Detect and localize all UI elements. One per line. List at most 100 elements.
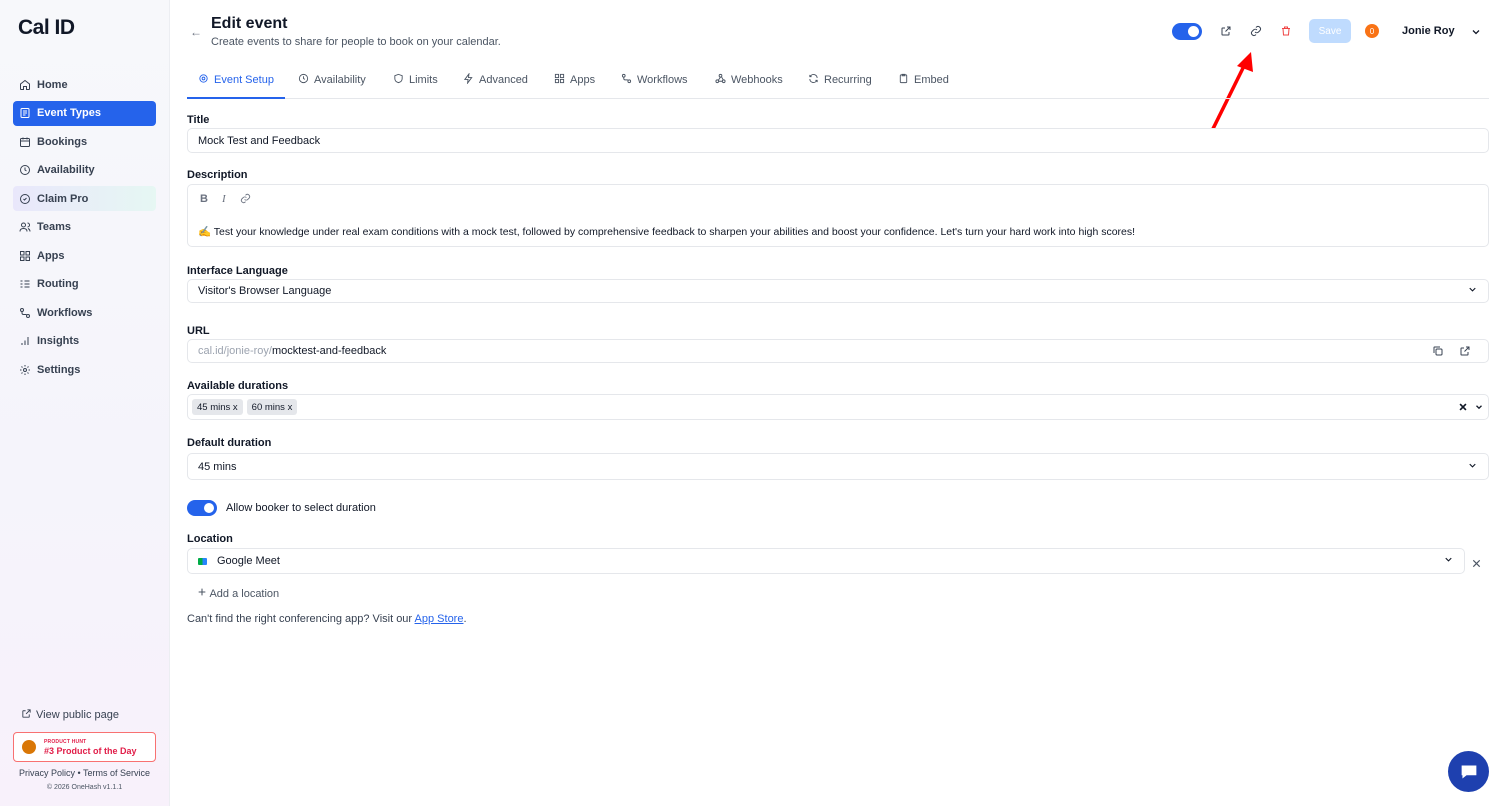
sidebar-item-label: Teams — [37, 221, 72, 233]
product-hunt-badge[interactable]: PRODUCT HUNT #3 Product of the Day — [13, 732, 156, 762]
back-arrow-icon[interactable]: ← — [190, 25, 202, 39]
durations-multiselect[interactable]: 45 mins x 60 mins x — [187, 394, 1489, 420]
terms-of-service-link[interactable]: Terms of Service — [83, 768, 150, 778]
workflow-icon — [621, 73, 632, 87]
italic-button[interactable]: I — [222, 193, 226, 207]
url-slug: mocktest-and-feedback — [271, 345, 387, 357]
tab-event-setup[interactable]: Event Setup — [187, 62, 285, 99]
clear-all-icon[interactable] — [1458, 402, 1468, 415]
tab-availability[interactable]: Availability — [298, 62, 366, 98]
clock-icon — [19, 164, 31, 176]
sidebar-item-event-types[interactable]: Event Types — [13, 100, 156, 126]
tab-webhooks[interactable]: Webhooks — [715, 62, 783, 98]
sidebar-item-label: Availability — [37, 164, 95, 176]
copyright: © 2026 OneHash v1.1.1 — [46, 784, 123, 791]
tab-advanced[interactable]: Advanced — [463, 62, 528, 98]
bar-chart-icon — [19, 335, 31, 347]
location-value: Google Meet — [217, 555, 280, 567]
title-input[interactable]: Mock Test and Feedback — [187, 128, 1489, 153]
shield-icon — [393, 73, 404, 87]
tab-embed[interactable]: Embed — [898, 62, 949, 98]
user-name[interactable]: Jonie Roy — [1402, 25, 1455, 37]
tab-limits[interactable]: Limits — [393, 62, 438, 98]
allow-booker-duration-label: Allow booker to select duration — [226, 502, 376, 514]
sidebar-item-routing[interactable]: Routing — [13, 272, 156, 297]
default-duration-select[interactable]: 45 mins — [187, 453, 1489, 480]
page-subtitle: Create events to share for people to boo… — [211, 36, 501, 48]
view-public-page-link[interactable]: View public page — [21, 708, 119, 722]
sidebar-item-label: Settings — [37, 363, 81, 376]
event-enabled-toggle[interactable] — [1172, 23, 1202, 40]
sidebar-item-bookings[interactable]: Bookings — [13, 129, 156, 154]
privacy-policy-link[interactable]: Privacy Policy — [19, 768, 75, 778]
chevron-down-icon[interactable] — [1474, 402, 1484, 415]
tab-label: Apps — [570, 74, 596, 86]
sidebar-item-insights[interactable]: Insights — [13, 329, 156, 354]
add-location-button[interactable]: Add a location — [197, 587, 279, 600]
route-icon — [19, 278, 31, 290]
sidebar-nav: Home Event Types Bookings Availability C… — [13, 72, 156, 386]
remove-pill-icon[interactable]: x — [233, 402, 238, 413]
notification-badge[interactable]: 0 — [1365, 24, 1379, 38]
chevron-down-icon — [1467, 284, 1478, 298]
grid-icon — [19, 250, 31, 262]
description-label: Description — [187, 169, 248, 181]
bold-button[interactable]: B — [200, 193, 208, 207]
add-location-label: Add a location — [209, 588, 280, 600]
sidebar-item-label: Routing — [37, 278, 79, 290]
duration-pill-label: 45 mins — [197, 401, 231, 413]
description-editor[interactable]: B I ✍️ Test your knowledge under real ex… — [187, 184, 1489, 247]
remove-location-icon[interactable] — [1471, 556, 1482, 574]
tab-recurring[interactable]: Recurring — [808, 62, 872, 98]
medal-icon — [22, 740, 36, 754]
remove-pill-icon[interactable]: x — [288, 402, 293, 413]
view-public-label: View public page — [36, 709, 119, 721]
title-label: Title — [187, 114, 210, 126]
link-list-icon — [19, 107, 31, 119]
save-button[interactable]: Save — [1309, 19, 1351, 43]
plus-icon — [197, 588, 207, 600]
sidebar-item-apps[interactable]: Apps — [13, 243, 156, 268]
clock-icon — [298, 73, 309, 87]
tab-bar: Event Setup Availability Limits Advanced… — [187, 62, 1489, 99]
tab-label: Limits — [409, 74, 438, 86]
sidebar-item-home[interactable]: Home — [13, 72, 156, 97]
page-title: Edit event — [211, 15, 288, 32]
webhook-icon — [715, 73, 726, 87]
chevron-down-icon[interactable] — [1470, 25, 1482, 43]
language-select[interactable]: Visitor's Browser Language — [187, 279, 1489, 303]
sidebar-item-workflows[interactable]: Workflows — [13, 300, 156, 325]
app-store-link[interactable]: App Store — [415, 613, 464, 625]
product-hunt-caption: PRODUCT HUNT — [44, 738, 87, 745]
copy-link-icon[interactable] — [1249, 24, 1263, 38]
default-duration-label: Default duration — [187, 437, 272, 449]
app-logo[interactable]: Cal ID — [18, 16, 75, 40]
chat-support-button[interactable] — [1448, 751, 1489, 792]
sidebar-item-claim-pro[interactable]: Claim Pro — [13, 186, 156, 211]
tab-workflows[interactable]: Workflows — [621, 62, 688, 98]
tab-apps[interactable]: Apps — [554, 62, 595, 98]
duration-pill-label: 60 mins — [251, 401, 285, 413]
preview-external-icon[interactable] — [1219, 24, 1233, 38]
hint-end: . — [463, 613, 467, 625]
clipboard-icon — [898, 73, 909, 87]
delete-trash-icon[interactable] — [1279, 24, 1293, 38]
tab-label: Event Setup — [214, 73, 274, 86]
title-value: Mock Test and Feedback — [198, 134, 321, 147]
sidebar-item-settings[interactable]: Settings — [13, 357, 156, 382]
allow-booker-duration-toggle[interactable] — [187, 500, 217, 516]
external-link-icon[interactable] — [1459, 345, 1471, 360]
link-icon[interactable] — [240, 193, 251, 207]
sidebar-item-availability[interactable]: Availability — [13, 158, 156, 183]
url-label: URL — [187, 325, 210, 337]
tab-label: Recurring — [824, 74, 872, 86]
url-prefix: cal.id/jonie-roy/ — [198, 345, 272, 357]
location-select[interactable]: Google Meet — [187, 548, 1465, 574]
sidebar-item-label: Event Types — [37, 107, 101, 119]
copy-icon[interactable] — [1432, 345, 1444, 360]
sidebar-item-teams[interactable]: Teams — [13, 215, 156, 240]
chevron-down-icon — [1467, 460, 1478, 474]
badge-icon — [19, 193, 31, 205]
legal-links: Privacy Policy • Terms of Service — [13, 768, 156, 778]
url-input[interactable]: cal.id/jonie-roy/mocktest-and-feedback — [187, 339, 1489, 363]
